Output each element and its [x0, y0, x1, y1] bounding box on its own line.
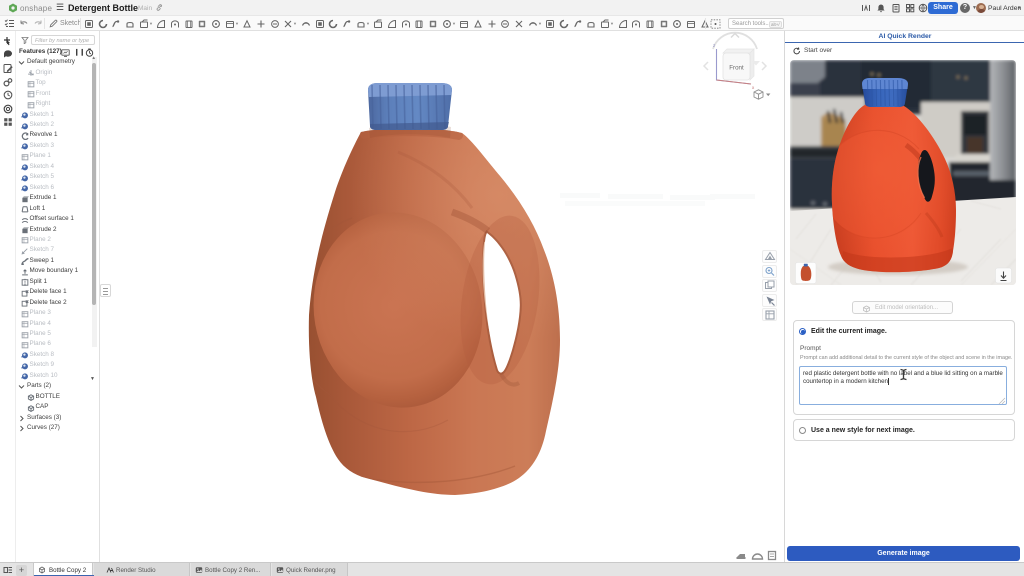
svg-text:Front: Front — [729, 65, 744, 72]
